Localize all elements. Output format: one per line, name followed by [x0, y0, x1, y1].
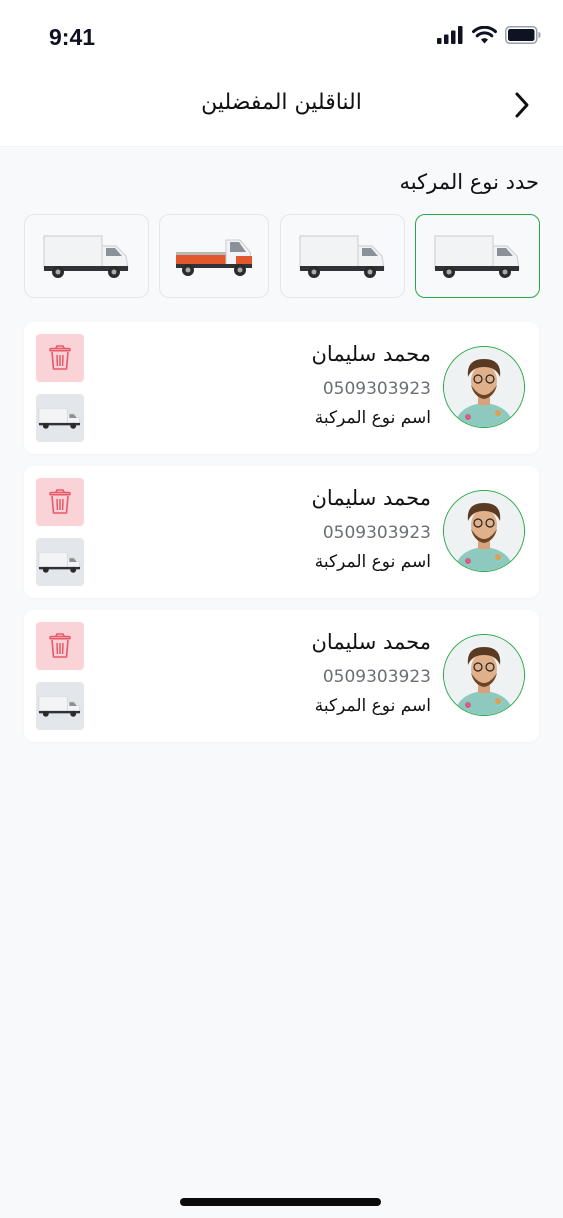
carrier-phone: 0509303923 [322, 523, 431, 543]
carrier-card[interactable]: محمد سليمان 0509303923 اسم نوع المركبة [24, 322, 539, 454]
trash-icon [49, 345, 71, 370]
box-truck-icon [38, 695, 81, 717]
vehicle-type-title: حدد نوع المركبه [399, 170, 539, 194]
status-icons [437, 24, 541, 46]
battery-icon [505, 26, 541, 44]
page-title: الناقلين المفضلين [201, 90, 362, 115]
status-bar: 9:41 [0, 0, 563, 70]
trash-icon [49, 489, 71, 514]
vehicle-thumbnail [36, 538, 84, 586]
box-truck-icon [38, 407, 81, 429]
vehicle-thumbnail [36, 682, 84, 730]
carrier-name: محمد سليمان [311, 486, 432, 510]
vehicle-type-selector [24, 214, 540, 298]
delete-button[interactable] [36, 622, 84, 670]
carrier-name: محمد سليمان [311, 630, 432, 654]
delete-button[interactable] [36, 478, 84, 526]
home-indicator [180, 1198, 381, 1206]
chevron-right-icon [515, 92, 529, 118]
vehicle-option-4-selected[interactable] [415, 214, 540, 298]
carrier-phone: 0509303923 [322, 379, 431, 399]
vehicle-thumbnail [36, 394, 84, 442]
avatar [443, 634, 525, 716]
delete-button[interactable] [36, 334, 84, 382]
vehicle-option-2[interactable] [159, 214, 269, 298]
carrier-vehicle-type: اسم نوع المركبة [314, 552, 431, 572]
carrier-card[interactable]: محمد سليمان 0509303923 اسم نوع المركبة [24, 610, 539, 742]
box-truck-icon [38, 551, 81, 573]
avatar [443, 490, 525, 572]
avatar [443, 346, 525, 428]
carrier-name: محمد سليمان [311, 342, 432, 366]
carrier-vehicle-type: اسم نوع المركبة [314, 408, 431, 428]
trash-icon [49, 633, 71, 658]
flatbed-truck-icon [176, 239, 253, 276]
box-truck-icon [299, 235, 385, 278]
wifi-icon [472, 26, 497, 44]
carrier-phone: 0509303923 [322, 667, 431, 687]
vehicle-option-3[interactable] [280, 214, 405, 298]
cellular-signal-icon [437, 26, 463, 44]
box-truck-icon [434, 235, 520, 278]
box-truck-icon [43, 235, 129, 278]
carrier-card[interactable]: محمد سليمان 0509303923 اسم نوع المركبة [24, 466, 539, 598]
vehicle-option-1[interactable] [24, 214, 149, 298]
back-button[interactable] [505, 88, 539, 122]
app-header: الناقلين المفضلين [0, 70, 563, 146]
carrier-vehicle-type: اسم نوع المركبة [314, 696, 431, 716]
status-time: 9:41 [49, 24, 96, 50]
